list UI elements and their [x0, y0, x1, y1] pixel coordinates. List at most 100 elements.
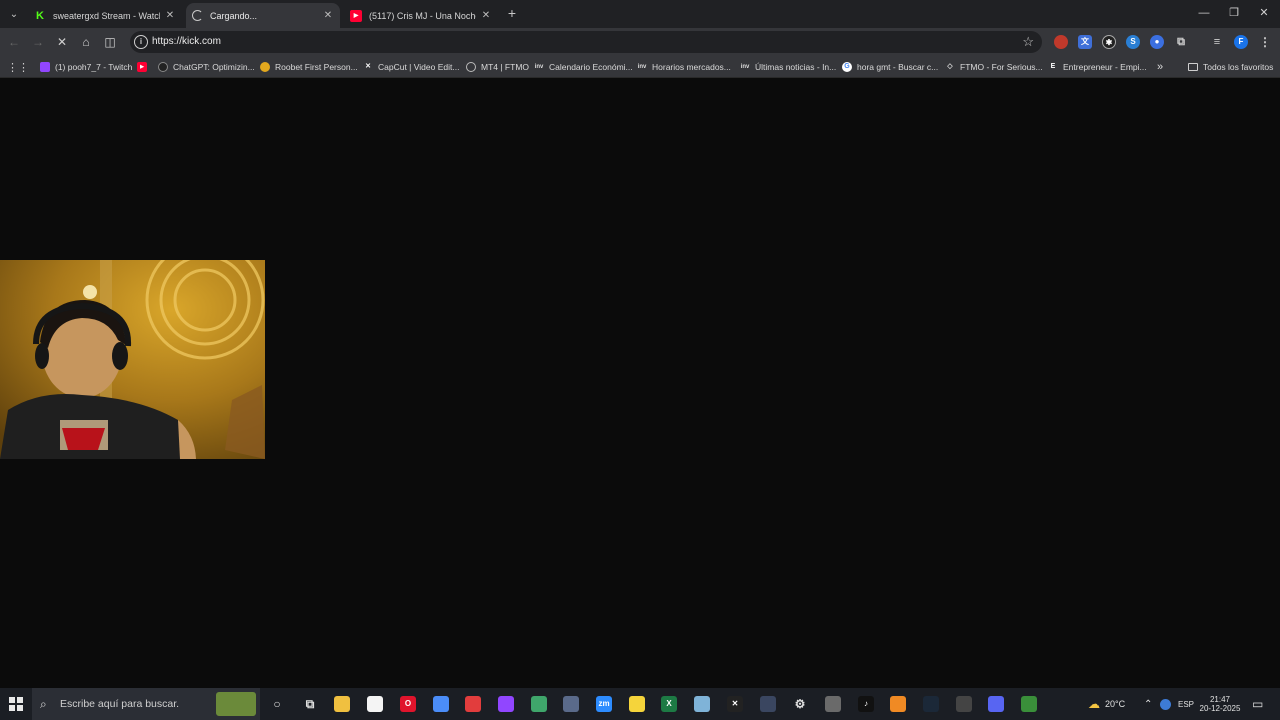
home-icon[interactable]: ⌂ [78, 34, 94, 50]
notepad-icon[interactable] [367, 696, 383, 712]
tab-kick-stream[interactable]: K sweatergxd Stream - Watch Liv ✕ [28, 3, 182, 28]
chrome-icon[interactable] [1021, 696, 1037, 712]
app-dark-icon[interactable] [760, 696, 776, 712]
bookmark-label: CapCut | Video Edit... [378, 62, 460, 72]
app-grid-icon[interactable] [563, 696, 579, 712]
browser-menu-icon[interactable]: ⋮ [1258, 35, 1272, 49]
extension-circle-icon[interactable]: ● [1150, 35, 1164, 49]
split-view-icon[interactable]: ◫ [102, 34, 118, 50]
webcam-overlay[interactable] [0, 260, 265, 459]
bookmark-chatgpt[interactable]: ChatGPT: Optimizin... [158, 60, 255, 74]
app-blue-icon[interactable] [694, 696, 710, 712]
tray-chevron-icon[interactable]: ⌃ [1144, 688, 1152, 720]
minimize-icon[interactable]: — [1189, 4, 1219, 22]
search-placeholder[interactable]: Escribe aquí para buscar. [60, 698, 179, 710]
bookmark-noticias[interactable]: inv Últimas noticias - In... [740, 60, 837, 74]
bookmark-ftmo[interactable]: ◇ FTMO - For Serious... [945, 60, 1043, 74]
folder-icon [1188, 63, 1198, 71]
opera-icon[interactable]: O [400, 696, 416, 712]
capcut-icon[interactable]: ✕ [727, 696, 743, 712]
bookmark-capcut[interactable]: ✕ CapCut | Video Edit... [363, 60, 459, 74]
app-orange-icon[interactable] [890, 696, 906, 712]
task-view-icon[interactable]: ⧉ [302, 696, 318, 712]
youtube-icon: ▶ [137, 62, 147, 72]
page-content [0, 79, 1280, 688]
weather-cloud-sun-icon: ☁ [1088, 697, 1100, 711]
taskbar-search[interactable]: ⌕ Escribe aquí para buscar. [32, 688, 260, 720]
tab-title: Cargando... [210, 10, 258, 21]
roobet-icon [260, 62, 270, 72]
back-arrow-icon[interactable]: ← [6, 34, 22, 50]
profile-avatar[interactable]: F [1234, 35, 1248, 49]
twitch-icon[interactable] [498, 696, 514, 712]
bookmark-label: FTMO - For Serious... [960, 62, 1043, 72]
bookmark-label: Calendario Económi... [549, 62, 633, 72]
sticky-notes-icon[interactable] [629, 696, 645, 712]
file-explorer-icon[interactable] [334, 696, 350, 712]
zoom-icon[interactable]: zm [596, 696, 612, 712]
forward-arrow-icon[interactable]: → [30, 34, 46, 50]
search-icon: ⌕ [40, 696, 47, 711]
url-text[interactable]: https://kick.com [152, 36, 221, 47]
bookmark-youtube[interactable]: ▶ [137, 60, 152, 74]
tiktok-icon[interactable]: ♪ [858, 696, 874, 712]
network-icon[interactable] [1160, 688, 1171, 720]
extensions-puzzle-icon[interactable]: ⧉ [1174, 35, 1188, 49]
bookmark-mt4-ftmo[interactable]: MT4 | FTMO [466, 60, 529, 74]
restore-icon[interactable]: ❐ [1219, 4, 1249, 22]
ftmo-icon [466, 62, 476, 72]
weather-widget[interactable]: ☁ 20°C [1088, 688, 1125, 720]
bookmark-roobet[interactable]: Roobet First Person... [260, 60, 358, 74]
steam-icon[interactable] [923, 696, 939, 712]
extension-red-icon[interactable] [1054, 35, 1068, 49]
app-image-icon[interactable] [825, 696, 841, 712]
copilot-icon[interactable] [433, 696, 449, 712]
close-icon[interactable]: ✕ [164, 10, 176, 21]
bookmark-twitch[interactable]: (1) pooh7_7 - Twitch [40, 60, 132, 74]
close-icon[interactable]: ✕ [322, 10, 334, 21]
bookmark-hora-gmt[interactable]: G hora gmt - Buscar c... [842, 60, 938, 74]
clock-time: 21:47 [1209, 695, 1231, 704]
excel-icon[interactable]: X [661, 696, 677, 712]
extension-dark-icon[interactable]: ✱ [1102, 35, 1116, 49]
clock[interactable]: 21:47 20-12-2025 [1196, 688, 1244, 720]
site-info-icon[interactable]: i [134, 35, 148, 49]
all-favorites-folder[interactable]: Todos los favoritos [1188, 60, 1273, 74]
bookmarks-overflow-icon[interactable]: » [1157, 60, 1163, 74]
youtube-icon: ▶ [350, 9, 362, 22]
app-green-icon[interactable] [531, 696, 547, 712]
bookmark-entrepreneur[interactable]: E Entrepreneur - Empi... [1048, 60, 1147, 74]
bookmark-calendario[interactable]: inv Calendario Económi... [534, 60, 633, 74]
window-close-icon[interactable]: ✕ [1249, 4, 1279, 22]
loading-icon [192, 10, 203, 21]
clock-date: 20-12-2025 [1199, 704, 1241, 713]
new-tab-button[interactable]: + [504, 5, 520, 21]
webcam-image [0, 260, 265, 459]
search-highlight-image [216, 692, 256, 716]
tab-search-chevron-icon[interactable]: ⌄ [4, 4, 24, 24]
bookmark-label: hora gmt - Buscar c... [857, 62, 939, 72]
extension-blue-icon[interactable]: S [1126, 35, 1140, 49]
stop-loading-icon[interactable]: ✕ [54, 34, 70, 50]
address-bar[interactable]: i https://kick.com ☆ [130, 31, 1042, 53]
app-mt-icon[interactable] [956, 696, 972, 712]
investing-icon: inv [740, 64, 750, 70]
translate-icon[interactable]: 文 [1078, 35, 1092, 49]
language-indicator[interactable]: ESP [1178, 688, 1194, 720]
tab-loading[interactable]: Cargando... ✕ [186, 3, 340, 28]
bookmark-label: Entrepreneur - Empi... [1063, 62, 1147, 72]
reading-list-icon[interactable]: ≡ [1210, 35, 1224, 49]
cortana-icon[interactable]: ○ [269, 696, 285, 712]
app-red-icon[interactable] [465, 696, 481, 712]
windows-start-icon[interactable] [9, 697, 23, 711]
browser-toolbar: ← → ✕ ⌂ ◫ i https://kick.com ☆ 文 ✱ S ● ⧉… [0, 28, 1280, 56]
settings-icon[interactable]: ⚙ [792, 696, 808, 712]
close-icon[interactable]: ✕ [480, 10, 492, 21]
notifications-icon[interactable]: ▭ [1252, 688, 1263, 720]
bookmark-horarios[interactable]: inv Horarios mercados... [637, 60, 731, 74]
bookmark-label: (1) pooh7_7 - Twitch [55, 62, 133, 72]
discord-icon[interactable] [988, 696, 1004, 712]
bookmark-star-icon[interactable]: ☆ [1022, 34, 1034, 50]
apps-grid-icon[interactable]: ⋮⋮ [7, 60, 29, 74]
tab-youtube[interactable]: ▶ (5117) Cris MJ - Una Noche En ✕ [344, 3, 498, 28]
